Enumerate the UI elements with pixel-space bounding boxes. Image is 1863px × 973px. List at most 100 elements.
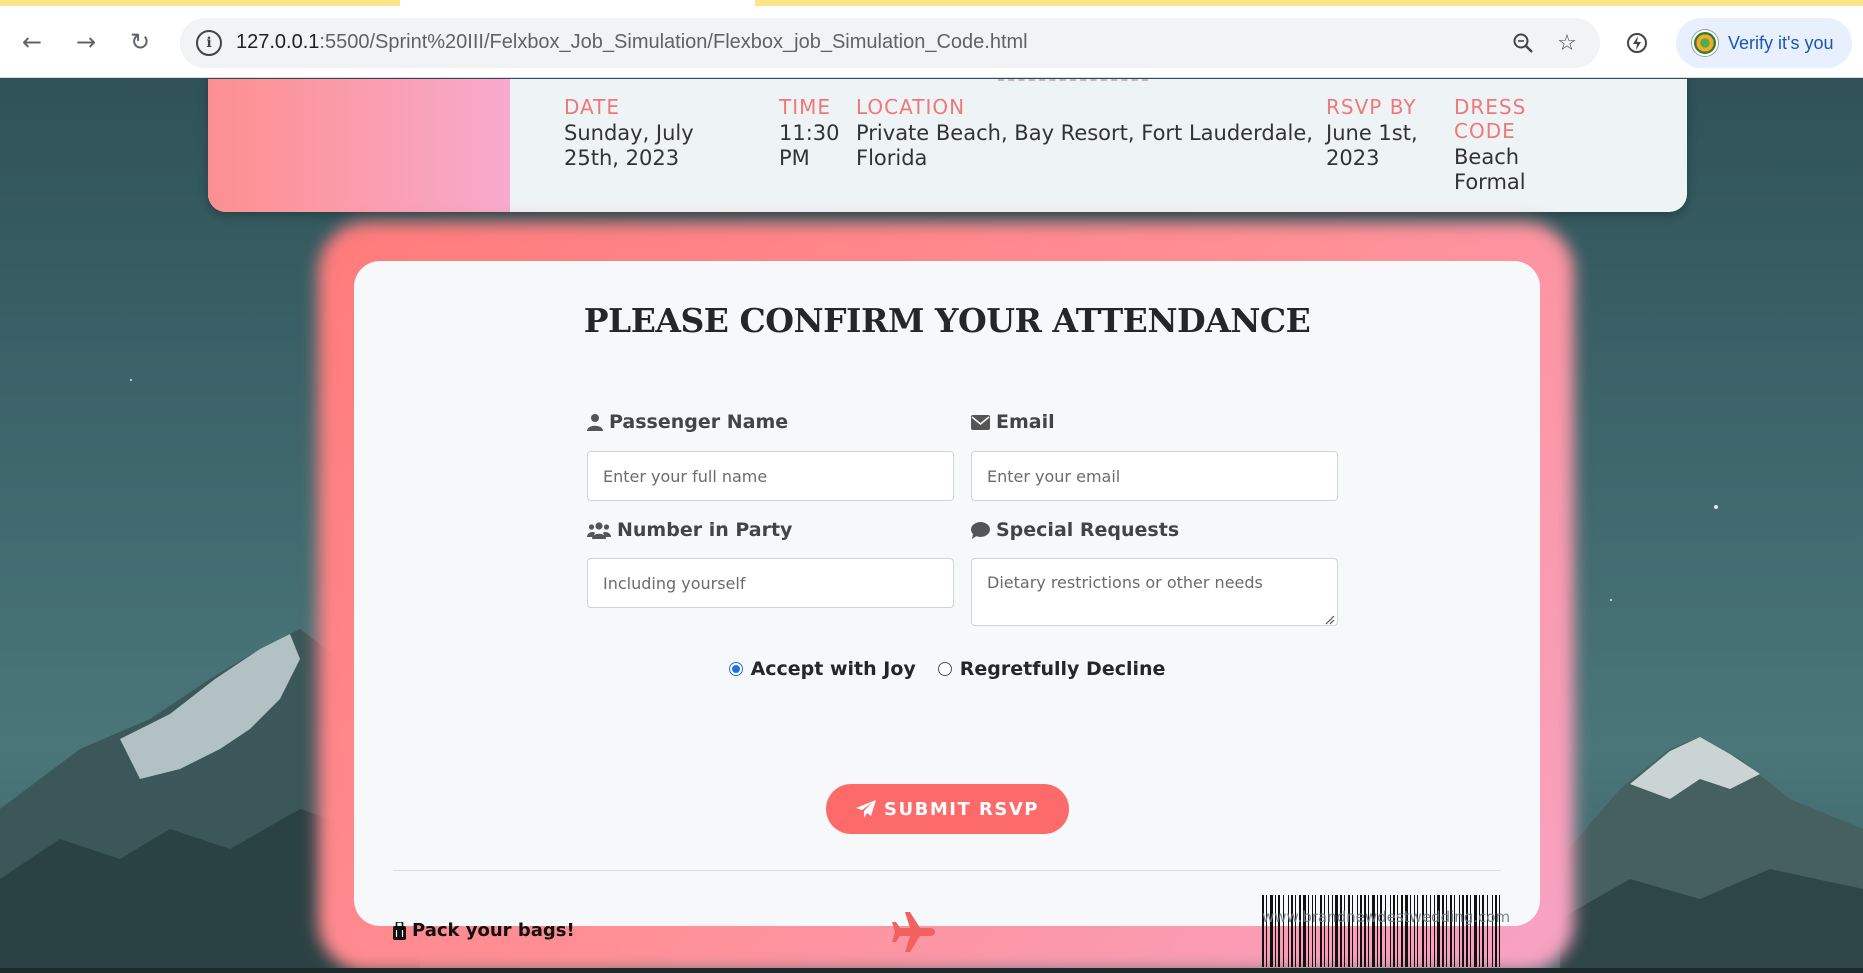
users-group-icon	[587, 522, 611, 539]
decline-option[interactable]: Regretfully Decline	[937, 658, 1165, 680]
barcode-bar	[1295, 895, 1296, 967]
ticket-date: DATE Sunday, July 25th, 2023	[564, 95, 694, 170]
star-decoration	[1610, 599, 1612, 601]
barcode-bar	[1437, 895, 1440, 967]
barcode-bar	[1262, 895, 1264, 967]
barcode-bar	[1380, 895, 1382, 967]
number-in-party-input[interactable]	[587, 558, 954, 608]
barcode-bar	[1368, 895, 1369, 967]
barcode-bar	[1499, 895, 1500, 967]
browser-toolbar: ← → ↻ i 127.0.0.1:5500/Sprint%20III/Felx…	[0, 6, 1863, 78]
barcode-bar	[1410, 895, 1411, 967]
barcode-bar	[1364, 895, 1366, 967]
star-decoration	[1714, 505, 1718, 509]
barcode-bar	[1340, 895, 1342, 967]
pack-your-bags-note: Pack your bags!	[393, 920, 575, 941]
site-info-icon[interactable]: i	[196, 30, 222, 56]
page-viewport: DATE Sunday, July 25th, 2023 TIME 11:30 …	[0, 79, 1863, 973]
envelope-icon	[971, 414, 990, 430]
ticket-divider	[998, 79, 1148, 82]
barcode-bar	[1288, 895, 1289, 967]
barcode-bar	[1414, 895, 1415, 967]
barcode-bar	[1450, 895, 1452, 967]
barcode-image: www.brandnewdestwedding.com	[1262, 895, 1511, 967]
ticket-stub	[208, 79, 510, 212]
paper-plane-icon	[856, 800, 877, 818]
email-input[interactable]	[971, 451, 1338, 501]
barcode-bar	[1459, 895, 1460, 967]
comment-icon	[971, 521, 990, 539]
barcode-bar	[1426, 895, 1427, 967]
ticket-rsvp-by: RSVP BY June 1st, 2023	[1326, 95, 1418, 170]
back-arrow-icon[interactable]: ←	[14, 24, 50, 60]
star-decoration	[130, 379, 132, 381]
email-label: Email	[971, 411, 1055, 433]
barcode-bar	[1430, 895, 1431, 967]
rsvp-card: PLEASE CONFIRM YOUR ATTENDANCE Passenger…	[354, 261, 1540, 967]
barcode-bar	[1397, 895, 1398, 967]
barcode-bar	[1377, 895, 1378, 967]
barcode-bar	[1270, 895, 1273, 967]
rsvp-title: PLEASE CONFIRM YOUR ATTENDANCE	[583, 301, 1311, 340]
barcode-bar	[1442, 895, 1444, 967]
decline-radio[interactable]	[937, 662, 952, 676]
barcode-bar	[1328, 895, 1329, 967]
barcode-bar	[1332, 895, 1333, 967]
barcode-bar	[1466, 895, 1468, 967]
barcode-bar	[1417, 895, 1418, 967]
barcode-bar	[1487, 895, 1488, 967]
barcode-bar	[1357, 895, 1358, 967]
verify-label: Verify it's you	[1728, 32, 1834, 53]
barcode-bar	[1344, 895, 1345, 967]
barcode-bar	[1348, 895, 1350, 967]
barcode-bar	[1446, 895, 1447, 967]
mountain-right-image	[1560, 737, 1863, 973]
barcode-bar	[1390, 895, 1391, 967]
barcode-text: www.brandnewdestwedding.com	[1262, 908, 1511, 926]
airplane-icon	[892, 912, 935, 952]
ticket-time: TIME 11:30 PM	[779, 95, 840, 170]
extension-icon[interactable]	[1622, 28, 1652, 58]
barcode-bar	[1291, 895, 1293, 967]
barcode-bar	[1422, 895, 1424, 967]
url-text[interactable]: 127.0.0.1:5500/Sprint%20III/Felxbox_Job_…	[236, 31, 1028, 54]
reload-icon[interactable]: ↻	[122, 24, 158, 60]
special-requests-label: Special Requests	[971, 519, 1179, 541]
barcode-bar	[1308, 895, 1309, 967]
passenger-name-input[interactable]	[587, 451, 954, 501]
barcode-bar	[1266, 895, 1267, 967]
barcode-bar	[1278, 895, 1280, 967]
barcode-bar	[1492, 895, 1493, 967]
barcode-bar	[1393, 895, 1395, 967]
address-bar[interactable]: i 127.0.0.1:5500/Sprint%20III/Felxbox_Jo…	[180, 18, 1600, 68]
barcode-bar	[1360, 895, 1362, 967]
barcode-bar	[1405, 895, 1408, 967]
card-divider	[393, 870, 1501, 871]
attendance-radio-group: Accept with Joy Regretfully Decline	[354, 658, 1540, 680]
bookmark-star-icon[interactable]: ☆	[1554, 30, 1580, 56]
barcode-bar	[1315, 895, 1316, 967]
barcode-bar	[1352, 895, 1353, 967]
barcode-bar	[1462, 895, 1464, 967]
user-icon	[587, 414, 603, 431]
verify-profile-button[interactable]: Verify it's you	[1676, 18, 1852, 68]
submit-rsvp-button[interactable]: SUBMIT RSVP	[826, 784, 1069, 834]
ticket-dress-code: DRESS CODE Beach Formal	[1454, 95, 1527, 194]
barcode-bar	[1454, 895, 1455, 967]
accept-radio[interactable]	[728, 662, 743, 676]
ticket-location: LOCATION Private Beach, Bay Resort, Fort…	[856, 95, 1313, 170]
zoom-icon[interactable]	[1510, 30, 1536, 56]
barcode-bar	[1299, 895, 1301, 967]
profile-avatar	[1692, 30, 1718, 56]
resize-grip-icon[interactable]	[1323, 613, 1335, 625]
forward-arrow-icon[interactable]: →	[68, 24, 104, 60]
barcode-bar	[1312, 895, 1313, 967]
special-requests-textarea[interactable]	[971, 558, 1338, 626]
accept-option[interactable]: Accept with Joy	[728, 658, 916, 680]
barcode-bar	[1324, 895, 1325, 967]
barcode-bar	[1434, 895, 1435, 967]
ticket-details-card: DATE Sunday, July 25th, 2023 TIME 11:30 …	[208, 79, 1687, 212]
barcode-bar	[1320, 895, 1322, 967]
barcode-bar	[1385, 895, 1386, 967]
barcode-bar	[1372, 895, 1375, 967]
